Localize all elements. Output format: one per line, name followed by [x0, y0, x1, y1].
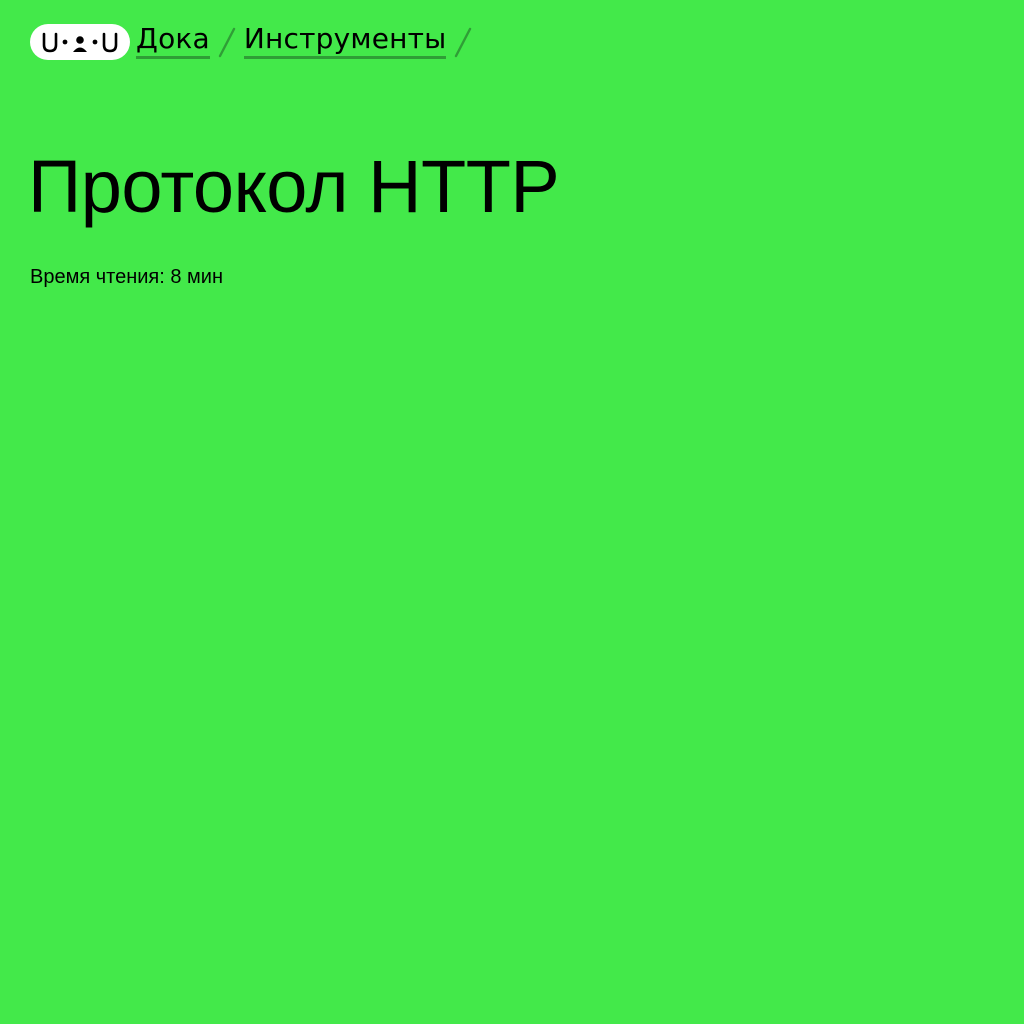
- page-title: Протокол HTTP: [28, 145, 560, 228]
- breadcrumb: Дока Инструменты: [136, 22, 480, 62]
- breadcrumb-link-doka[interactable]: Дока: [136, 22, 210, 59]
- reading-time: Время чтения: 8 мин: [30, 266, 224, 288]
- slash-icon: [210, 22, 244, 62]
- slash-icon: [446, 22, 480, 62]
- home-logo-link[interactable]: [30, 24, 130, 60]
- uku-face-logo-icon: [42, 32, 118, 53]
- site-header: Дока Инструменты: [30, 22, 480, 62]
- breadcrumb-link-instruments[interactable]: Инструменты: [243, 22, 447, 59]
